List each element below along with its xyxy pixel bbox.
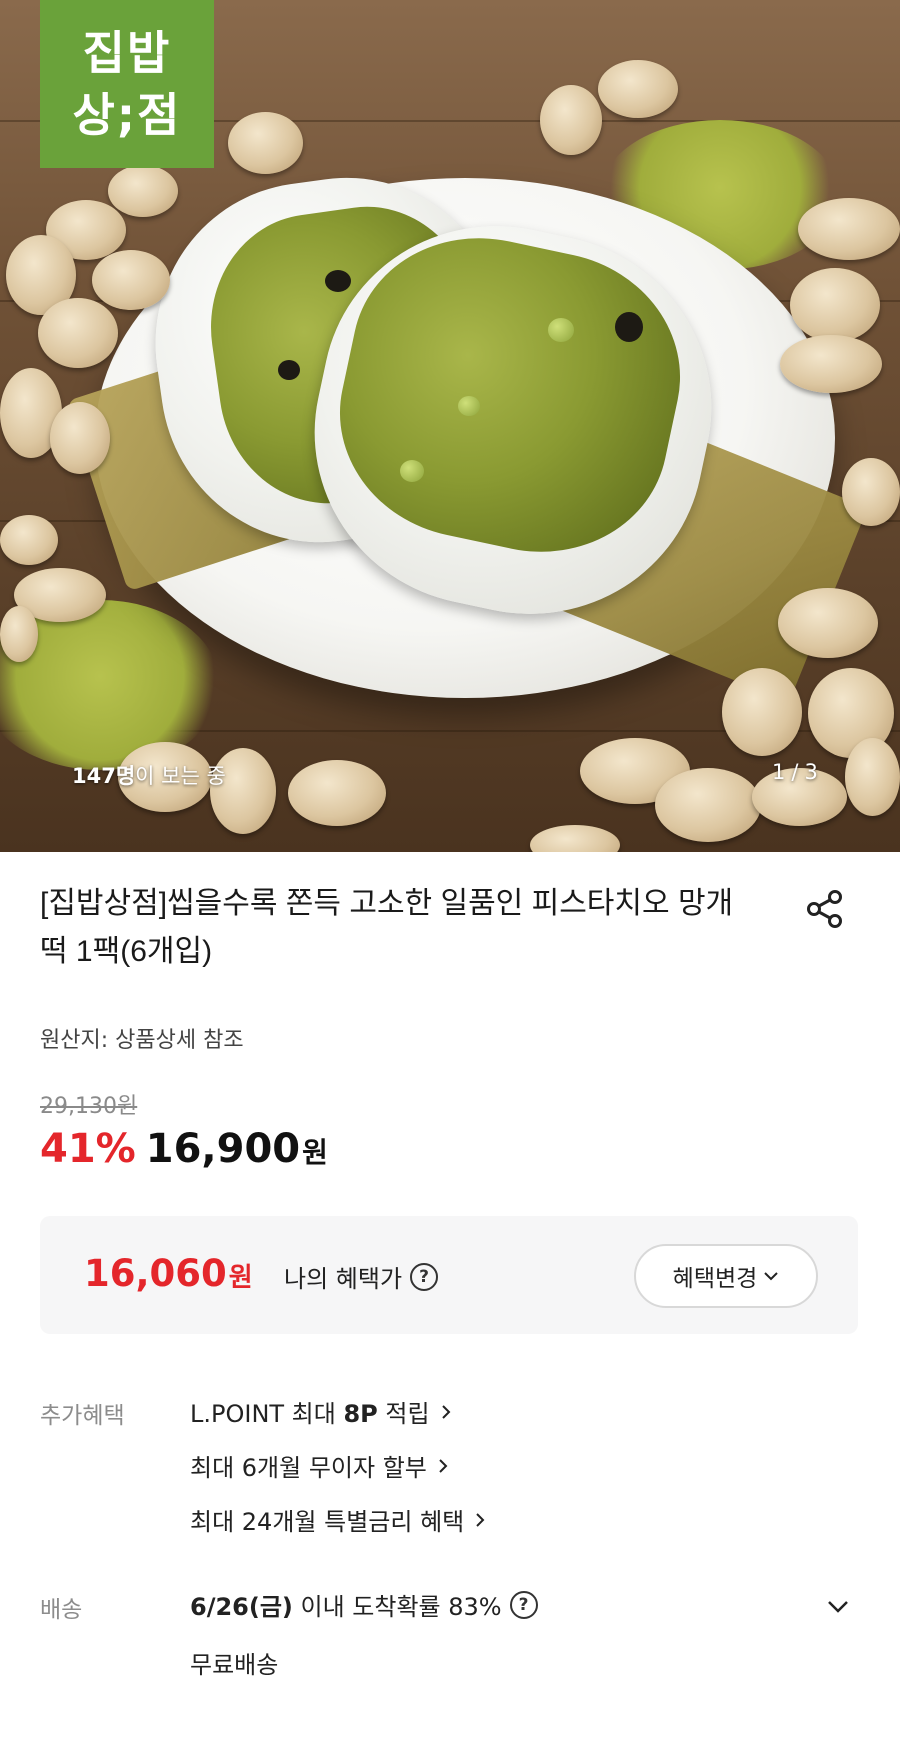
image-total: 3 <box>804 760 818 784</box>
my-benefit-box: 16,060 원 나의 혜택가 ? 혜택변경 <box>40 1216 858 1334</box>
help-icon[interactable]: ? <box>410 1262 439 1291</box>
viewers-indicator: 147명 이 보는 중 <box>72 760 226 790</box>
benefit-item-text: 최대 24개월 특별금리 혜택 <box>190 1508 465 1536</box>
discount-rate: 41% <box>40 1126 136 1172</box>
price-row: 41% 16,900 원 <box>40 1126 328 1172</box>
change-benefit-label: 혜택변경 <box>672 1266 758 1292</box>
chevron-right-icon <box>441 1404 450 1419</box>
benefit-label: 나의 혜택가 ? <box>284 1259 439 1294</box>
change-benefit-button[interactable]: 혜택변경 <box>634 1244 818 1308</box>
benefit-item-prefix: L.POINT 최대 <box>190 1400 344 1428</box>
original-price: 29,130원 <box>40 1094 138 1119</box>
origin-info: 원산지: 상품상세 참조 <box>40 1028 244 1053</box>
brand-logo: 집밥 상;점 <box>40 0 214 168</box>
delivery-estimate: 6/26(금) 이내 도착확률 83% ? <box>190 1587 538 1622</box>
viewers-count: 147명 <box>72 764 136 788</box>
benefit-item-installment[interactable]: 최대 6개월 무이자 할부 <box>190 1448 449 1483</box>
image-separator: / <box>791 760 799 784</box>
delivery-expand-button[interactable] <box>818 1586 858 1626</box>
help-icon[interactable]: ? <box>509 1590 538 1619</box>
benefit-item-special-rate[interactable]: 최대 24개월 특별금리 혜택 <box>190 1502 486 1537</box>
benefit-price: 16,060 원 <box>84 1252 253 1295</box>
sale-price-unit: 원 <box>302 1136 328 1169</box>
benefit-item-bold: 8P <box>343 1400 378 1428</box>
product-title: [집밥상점]씹을수록 쫀득 고소한 일품인 피스타치오 망개떡 1팩(6개입) <box>40 887 734 968</box>
chevron-down-icon <box>764 1272 779 1281</box>
delivery-fee: 무료배송 <box>190 1651 279 1679</box>
viewers-suffix: 이 보는 중 <box>135 764 226 788</box>
chevron-right-icon <box>476 1512 485 1527</box>
benefit-item-suffix: 적립 <box>377 1400 430 1428</box>
share-button[interactable] <box>802 886 848 932</box>
sale-price: 16,900 <box>145 1126 301 1172</box>
benefit-label-text: 나의 혜택가 <box>284 1265 403 1293</box>
extra-benefits-label: 추가혜택 <box>40 1403 125 1429</box>
chevron-right-icon <box>439 1458 448 1473</box>
chevron-down-icon <box>828 1601 848 1613</box>
logo-line-2: 상;점 <box>72 88 182 142</box>
delivery-label: 배송 <box>40 1597 83 1623</box>
benefit-price-unit: 원 <box>228 1263 253 1293</box>
logo-line-1: 집밥 <box>82 26 172 80</box>
benefit-item-lpoint[interactable]: L.POINT 최대 8P 적립 <box>190 1394 452 1429</box>
benefit-item-text: 최대 6개월 무이자 할부 <box>190 1454 427 1482</box>
share-icon <box>807 890 842 928</box>
delivery-date: 6/26(금) <box>190 1593 293 1621</box>
delivery-text: 이내 도착확률 83% <box>292 1593 502 1621</box>
benefit-price-value: 16,060 <box>84 1252 227 1295</box>
image-counter: 1 / 3 <box>772 760 818 784</box>
product-image[interactable]: 집밥 상;점 147명 이 보는 중 1 / 3 <box>0 0 900 852</box>
image-index: 1 <box>772 760 786 784</box>
